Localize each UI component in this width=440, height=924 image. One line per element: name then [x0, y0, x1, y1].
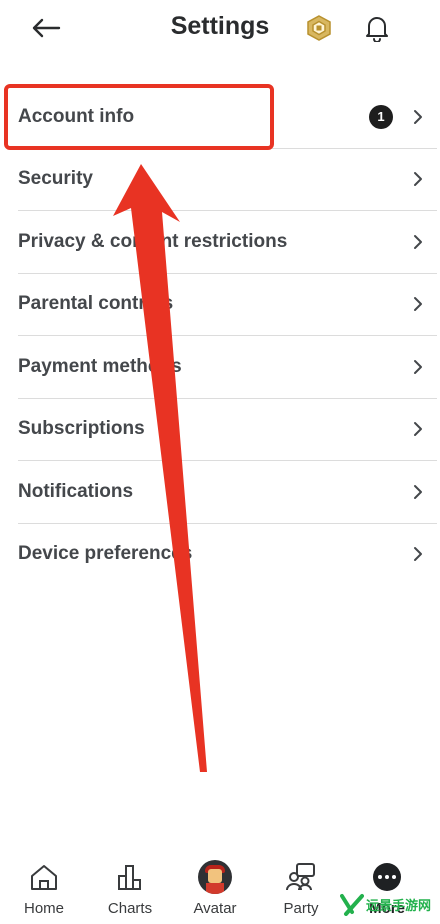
- settings-item-label: Security: [18, 168, 93, 190]
- settings-item-device-preferences[interactable]: Device preferences: [18, 524, 437, 586]
- settings-item-label: Parental controls: [18, 293, 174, 315]
- chevron-right-icon: [414, 359, 422, 374]
- watermark-text: 远景手游网: [366, 897, 432, 913]
- tab-home[interactable]: Home: [6, 848, 82, 924]
- settings-item-account-info[interactable]: Account info 1: [18, 86, 437, 149]
- tab-label: Charts: [107, 900, 153, 917]
- settings-item-label: Subscriptions: [18, 418, 145, 440]
- notifications-button[interactable]: [358, 9, 396, 47]
- tab-party[interactable]: Party: [263, 848, 339, 924]
- watermark: 远景手游网: [340, 884, 440, 924]
- settings-item-label: Account info: [18, 105, 135, 127]
- settings-item-label: Privacy & content restrictions: [18, 230, 288, 252]
- chevron-right-icon: [414, 109, 422, 124]
- home-icon: [31, 865, 57, 890]
- tab-label: Party: [283, 900, 319, 917]
- robux-button[interactable]: [300, 10, 338, 46]
- chevron-right-icon: [414, 172, 422, 187]
- settings-item-privacy[interactable]: Privacy & content restrictions: [18, 211, 437, 274]
- settings-item-parental-controls[interactable]: Parental controls: [18, 274, 437, 336]
- avatar-icon: [198, 860, 232, 894]
- app-header: Settings: [0, 0, 440, 56]
- tab-label: Avatar: [193, 900, 237, 917]
- settings-item-label: Device preferences: [18, 543, 193, 565]
- chevron-right-icon: [414, 422, 422, 437]
- party-icon: [286, 863, 315, 891]
- chevron-right-icon: [414, 484, 422, 499]
- chevron-right-icon: [414, 234, 422, 249]
- notification-count-badge: 1: [369, 104, 393, 129]
- settings-item-notifications[interactable]: Notifications: [18, 461, 437, 524]
- settings-item-payment-methods[interactable]: Payment methods: [18, 336, 437, 399]
- chevron-right-icon: [414, 547, 422, 562]
- settings-item-subscriptions[interactable]: Subscriptions: [18, 399, 437, 461]
- robux-hexagon-icon: [307, 15, 331, 41]
- bell-icon: [366, 17, 388, 42]
- tab-charts[interactable]: Charts: [92, 848, 168, 924]
- tab-avatar[interactable]: Avatar: [177, 848, 253, 924]
- chevron-right-icon: [414, 297, 422, 312]
- watermark-logo-icon: [340, 894, 364, 916]
- settings-item-label: Notifications: [18, 480, 134, 502]
- settings-item-label: Payment methods: [18, 355, 182, 377]
- tab-label: Home: [23, 900, 64, 917]
- charts-icon: [118, 865, 141, 890]
- settings-list: Account info 1 Security Privacy & conten…: [18, 86, 437, 585]
- settings-item-security[interactable]: Security: [18, 149, 437, 211]
